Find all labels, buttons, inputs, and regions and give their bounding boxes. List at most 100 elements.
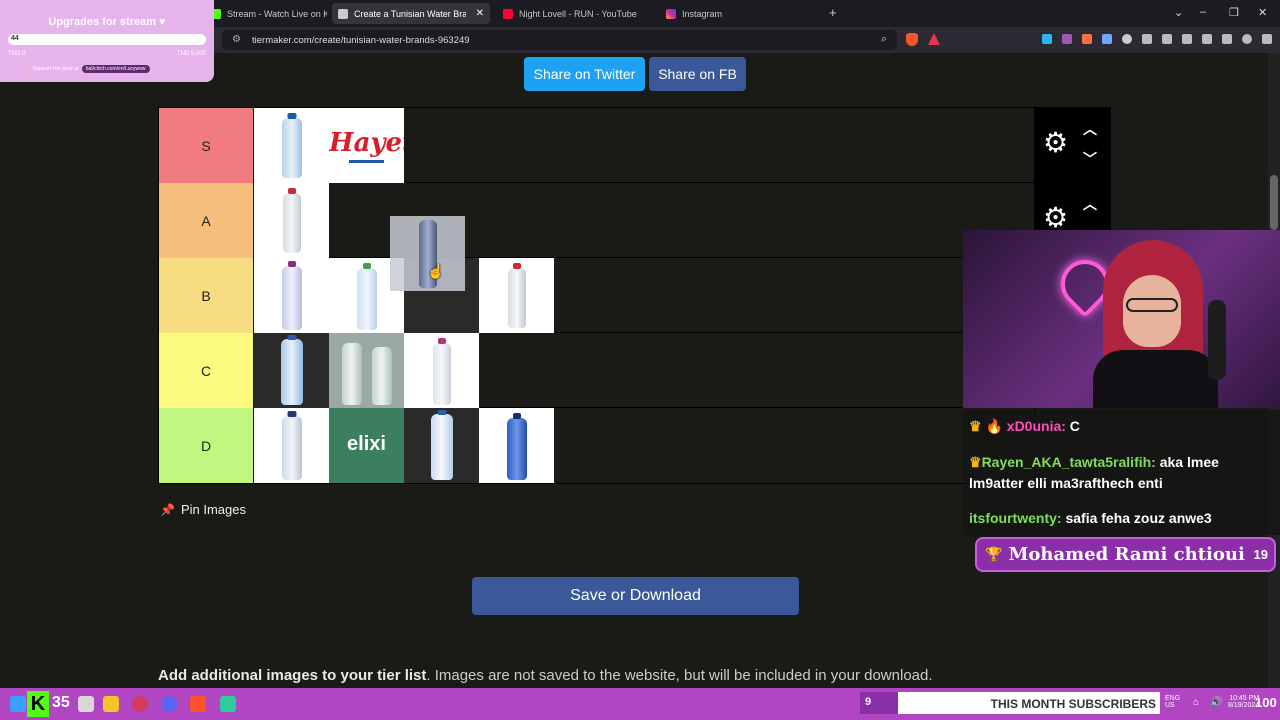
gear-icon[interactable]: ⚙ xyxy=(1043,129,1068,157)
chat-message: itsfourtwenty: safia feha zouz anwe3 xyxy=(969,508,1212,529)
close-tab-icon[interactable]: ✕ xyxy=(476,8,484,19)
brave-icon[interactable] xyxy=(190,696,206,712)
downloads-icon[interactable] xyxy=(1162,34,1172,44)
tier-item[interactable] xyxy=(254,408,329,483)
obs-icon[interactable] xyxy=(132,696,148,712)
hand-cursor-icon: ☝ xyxy=(427,263,445,279)
site-settings-icon[interactable]: ⚙ xyxy=(232,34,241,45)
tier-label[interactable]: D xyxy=(159,408,253,483)
tier-label[interactable]: C xyxy=(159,333,253,408)
tab-tiermaker[interactable]: Create a Tunisian Water Brands T ✕ xyxy=(332,3,490,24)
heart-icon: ♥ xyxy=(26,66,30,72)
tier-item[interactable]: elixi xyxy=(329,408,404,483)
chat-username: xD0unia: xyxy=(1006,418,1066,434)
chat-text: C xyxy=(1069,418,1080,434)
tray-language[interactable]: ENG US xyxy=(1165,695,1180,709)
tier-item[interactable] xyxy=(254,108,329,183)
tier-item[interactable] xyxy=(404,333,479,408)
zoom-icon[interactable]: ⌕ xyxy=(881,33,887,46)
brave-shield-icon[interactable] xyxy=(906,33,918,46)
url-text: tiermaker.com/create/tunisian-water-bran… xyxy=(252,34,470,46)
subscribers-label: THIS MONTH SUBSCRIBERS xyxy=(990,697,1156,711)
tier-row-a: A xyxy=(159,183,1036,258)
menu-icon[interactable] xyxy=(1262,34,1272,44)
tier-item[interactable] xyxy=(479,258,554,333)
chat-username: Rayen_AKA_tawta5ralifih: xyxy=(981,454,1156,470)
pin-images-option[interactable]: 📌 Pin Images xyxy=(160,502,246,517)
tier-item[interactable] xyxy=(254,258,329,333)
puzzle-icon[interactable] xyxy=(1142,34,1152,44)
tier-item[interactable] xyxy=(404,408,479,483)
extension-icon[interactable] xyxy=(1122,34,1132,44)
subscribers-goal-bar: 9 THIS MONTH SUBSCRIBERS xyxy=(860,692,1160,714)
task-view-icon[interactable] xyxy=(78,696,94,712)
scrollbar-thumb[interactable] xyxy=(1270,175,1278,230)
tier-controls-s: ⚙ ︿ ﹀ xyxy=(1035,107,1111,182)
crown-icon: ♛ xyxy=(969,454,982,470)
leo-ai-icon[interactable] xyxy=(1222,34,1232,44)
stream-chat-overlay: ♛ 🔥 xD0unia: C ♛Rayen_AKA_tawta5ralifih:… xyxy=(963,410,1280,535)
battery-level: 100 xyxy=(1255,695,1277,710)
tier-item[interactable] xyxy=(254,183,329,258)
tier-row-d: D elixi xyxy=(159,408,1036,483)
vpn-icon[interactable] xyxy=(1242,34,1252,44)
gear-icon[interactable]: ⚙ xyxy=(1043,204,1068,232)
tray-network-icon[interactable]: ⌂ xyxy=(1193,697,1199,708)
move-down-icon[interactable]: ﹀ xyxy=(1083,149,1097,169)
kick-logo-icon: K xyxy=(27,691,49,717)
save-download-button[interactable]: Save or Download xyxy=(472,577,799,615)
move-up-icon[interactable]: ︿ xyxy=(1083,119,1097,139)
app-icon[interactable] xyxy=(220,696,236,712)
pushpin-icon: 📌 xyxy=(160,502,175,517)
tier-item[interactable] xyxy=(254,333,329,408)
tab-title: Night Lovell - RUN - YouTube xyxy=(519,8,637,19)
wallet-icon[interactable] xyxy=(1202,34,1212,44)
tray-region: US xyxy=(1165,702,1175,709)
top-donor-name: Mohamed Rami chtioui xyxy=(1008,544,1245,565)
brave-rewards-icon[interactable] xyxy=(928,33,940,45)
tier-label[interactable]: B xyxy=(159,258,253,333)
tray-volume-icon[interactable]: 🔊 xyxy=(1210,697,1222,708)
tray-lang: ENG xyxy=(1165,695,1181,702)
tier-item[interactable] xyxy=(479,408,554,483)
discord-icon[interactable] xyxy=(161,696,177,712)
windows-start-icon[interactable] xyxy=(10,696,26,712)
tier-row-c: C xyxy=(159,333,1036,408)
restore-button[interactable]: ❐ xyxy=(1229,6,1239,19)
extension-icon[interactable] xyxy=(1062,34,1072,44)
tier-row-b: B xyxy=(159,258,1036,333)
share-twitter-button[interactable]: Share on Twitter xyxy=(524,57,645,91)
top-donor-count: 19 xyxy=(1253,547,1268,562)
tier-list: S Hayet A B xyxy=(158,107,1036,484)
tier-item[interactable]: Hayet xyxy=(329,108,404,183)
share-fb-button[interactable]: Share on FB xyxy=(649,57,746,91)
goal-count: 44 xyxy=(11,35,19,42)
tab-kick[interactable]: Stream - Watch Live on Kick xyxy=(205,3,327,24)
streamer-webcam xyxy=(963,230,1280,408)
stream-goal-widget: Upgrades for stream ♥ 44 TND 0 TND 5,000… xyxy=(0,0,214,82)
minimize-button[interactable]: – xyxy=(1200,6,1206,18)
extension-icon[interactable] xyxy=(1042,34,1052,44)
url-field[interactable]: ⚙ tiermaker.com/create/tunisian-water-br… xyxy=(222,30,897,50)
chat-message: ♛Rayen_AKA_tawta5ralifih: aka lmee lm9at… xyxy=(969,452,1269,494)
goal-progress-bar xyxy=(8,34,206,45)
tier-label[interactable]: A xyxy=(159,183,253,258)
chat-text: safia feha zouz anwe3 xyxy=(1065,510,1212,526)
new-tab-button[interactable]: + xyxy=(829,5,837,20)
tab-youtube[interactable]: Night Lovell - RUN - YouTube xyxy=(497,3,652,24)
tab-list-icon[interactable]: ⌄ xyxy=(1174,6,1183,19)
tab-instagram[interactable]: Instagram xyxy=(660,3,815,24)
add-images-text: Add additional images to your tier list.… xyxy=(158,667,933,684)
close-window-button[interactable]: ✕ xyxy=(1258,6,1267,19)
extension-icon[interactable] xyxy=(1082,34,1092,44)
extension-icon[interactable] xyxy=(1102,34,1112,44)
goal-min: TND 0 xyxy=(8,51,26,57)
sidebar-icon[interactable] xyxy=(1182,34,1192,44)
file-explorer-icon[interactable] xyxy=(103,696,119,712)
tier-item[interactable] xyxy=(329,333,404,408)
goal-link: ba9chich.com/en/Lucywow xyxy=(81,65,150,73)
chat-username: itsfourtwenty: xyxy=(969,510,1062,526)
move-up-icon[interactable]: ︿ xyxy=(1083,194,1097,214)
tier-label[interactable]: S xyxy=(159,108,253,183)
add-images-rest: . Images are not saved to the website, b… xyxy=(426,667,933,684)
